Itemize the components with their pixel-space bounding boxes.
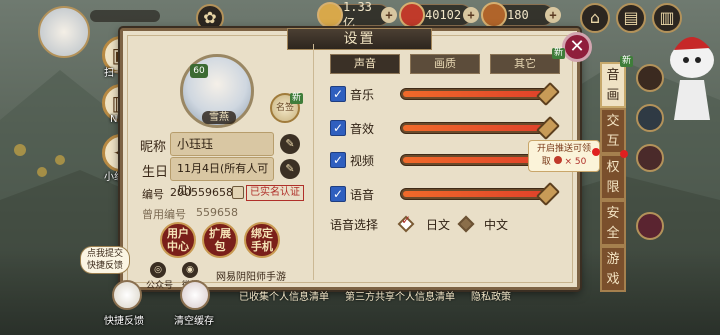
edit-nickname-button[interactable]: ✎ xyxy=(280,134,300,154)
jade-icon xyxy=(317,2,343,28)
add-ruby-button[interactable]: + xyxy=(463,7,479,23)
shikigami-icon[interactable] xyxy=(636,212,664,240)
voice-select-label: 语音选择 xyxy=(330,218,379,232)
voice-label: 语音 xyxy=(350,188,375,202)
pencil-icon: ✎ xyxy=(285,137,295,150)
wechat-label: 公众号 xyxy=(146,281,174,291)
japanese-label: 日文 xyxy=(426,218,451,232)
vtab-audio-video[interactable]: 音画 xyxy=(600,62,626,108)
edit-birthday-button[interactable]: ✎ xyxy=(280,159,300,179)
sfx-slider[interactable] xyxy=(400,115,561,141)
id-label: 编号 xyxy=(142,188,164,201)
vtab-permissions[interactable]: 权限 xyxy=(600,154,626,200)
tip-red-dot xyxy=(592,148,600,156)
pencil-icon: ✎ xyxy=(285,162,295,175)
ruby-icon xyxy=(399,2,425,28)
sfx-checkbox[interactable]: ✓ xyxy=(330,120,346,136)
close-button[interactable]: ✕ xyxy=(562,32,592,62)
birthday-field[interactable]: 11月4日(所有人可见) xyxy=(170,157,274,197)
footer-links: 已收集个人信息清单 第三方共享个人信息清单 隐私政策 xyxy=(180,288,570,304)
player-avatar-top[interactable] xyxy=(38,6,90,58)
expansion-pack-button[interactable]: 扩展 包 xyxy=(202,222,238,258)
weibo-icon[interactable]: ◉ xyxy=(182,262,198,278)
feedback-mascot-icon[interactable] xyxy=(112,280,142,310)
feedback-label[interactable]: 快捷反馈 xyxy=(104,312,144,327)
privacy-policy-link[interactable]: 隐私政策 xyxy=(471,288,511,304)
tip-line1: 开启推送可领 xyxy=(536,144,591,154)
clear-cache-mascot-icon[interactable] xyxy=(180,280,210,310)
copy-icon[interactable] xyxy=(232,186,244,199)
nickname-field[interactable]: 小珏珏 xyxy=(170,132,274,156)
red-mascot-icon xyxy=(670,36,714,120)
nickname-label: 昵称 xyxy=(140,140,167,155)
expansion-pack-label: 扩展 包 xyxy=(209,227,231,253)
resource-value: 180 xyxy=(507,8,529,22)
user-center-button[interactable]: 用户 中心 xyxy=(160,222,196,258)
feedback-bubble-text: 点我提交 快捷反馈 xyxy=(86,249,123,271)
permissions-red-dot xyxy=(620,150,628,158)
used-id-label: 曾用编号 xyxy=(142,208,186,221)
shop-icon[interactable]: ⌂ xyxy=(580,3,610,33)
add-jade-button[interactable]: + xyxy=(381,7,397,23)
badge-label: 名签 xyxy=(275,103,294,113)
used-id-value: 559658 xyxy=(196,206,238,219)
clear-cache-label[interactable]: 清空缓存 xyxy=(174,312,214,327)
resource-value: 1.33亿 xyxy=(343,0,372,30)
tab-other-new-tag: 新 xyxy=(552,48,566,59)
video-checkbox[interactable]: ✓ xyxy=(330,152,346,168)
book-icon[interactable]: ▤ xyxy=(616,3,646,33)
vtab-interaction[interactable]: 交互 xyxy=(600,108,626,154)
music-label: 音乐 xyxy=(350,88,375,102)
resource-ruby[interactable]: 40102 + xyxy=(399,2,479,28)
shikigami-icon[interactable] xyxy=(636,144,664,172)
resource-ration[interactable]: 180 + xyxy=(481,2,561,28)
music-slider-fill xyxy=(403,91,543,97)
resource-value: 40102 xyxy=(425,8,462,22)
video-slider-fill xyxy=(403,157,543,163)
voice-slider-fill xyxy=(403,191,543,197)
top-name-bar xyxy=(90,10,160,22)
bind-phone-button[interactable]: 绑定 手机 xyxy=(244,222,280,258)
wechat-icon[interactable]: ◎ xyxy=(150,262,166,278)
tip-line2: 取 × 50 xyxy=(541,156,587,167)
tab-sound[interactable]: 声音 xyxy=(330,54,400,74)
verified-badge: 已实名认证 xyxy=(246,185,304,201)
add-ration-button[interactable]: + xyxy=(545,7,561,23)
voice-checkbox[interactable]: ✓ xyxy=(330,186,346,202)
ruby-icon xyxy=(553,156,562,164)
badge-new-tag: 新 xyxy=(290,93,304,104)
game-name: 网易阴阳师手游 xyxy=(216,272,286,283)
collected-info-link[interactable]: 已收集个人信息清单 xyxy=(239,288,329,304)
third-party-info-link[interactable]: 第三方共享个人信息清单 xyxy=(345,288,455,304)
sfx-label: 音效 xyxy=(350,122,375,136)
vtab-new-tag: 新 xyxy=(620,56,634,67)
resource-jade[interactable]: 1.33亿 + xyxy=(317,0,397,30)
ration-icon xyxy=(481,2,507,28)
music-checkbox[interactable]: ✓ xyxy=(330,86,346,102)
tab-graphics[interactable]: 画质 xyxy=(410,54,480,74)
video-label: 视频 xyxy=(350,154,375,168)
voice-slider[interactable] xyxy=(400,181,561,207)
music-slider[interactable] xyxy=(400,81,561,107)
push-reward-tip[interactable]: 开启推送可领 取 × 50 xyxy=(528,140,600,172)
avatar-name: 雪燕 xyxy=(202,111,236,124)
bind-phone-label: 绑定 手机 xyxy=(251,227,273,253)
birthday-label: 生日 xyxy=(142,165,169,180)
vtab-security[interactable]: 安全 xyxy=(600,200,626,246)
close-icon: ✕ xyxy=(569,36,585,57)
vtab-game[interactable]: 游戏 xyxy=(600,246,626,292)
check-icon: ✓ xyxy=(401,213,412,227)
feedback-bubble: 点我提交 快捷反馈 xyxy=(80,246,130,274)
avatar-level: 60 xyxy=(190,64,208,78)
sfx-slider-fill xyxy=(403,125,543,131)
tab-other[interactable]: 其它 xyxy=(490,54,560,74)
user-center-label: 用户 中心 xyxy=(167,227,189,253)
chinese-label: 中文 xyxy=(484,218,509,232)
id-value: 200559658 xyxy=(170,186,233,199)
